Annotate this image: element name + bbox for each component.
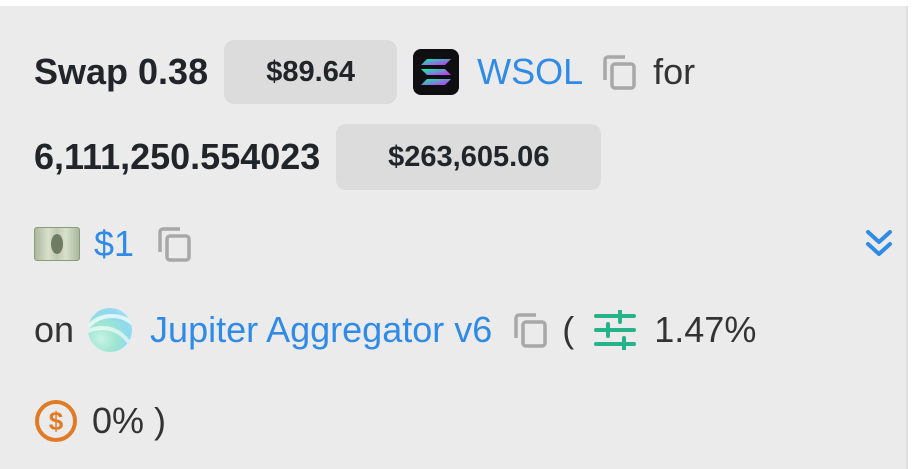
solana-icon	[413, 49, 460, 95]
svg-text:$: $	[49, 406, 64, 436]
copy-icon[interactable]	[597, 50, 641, 94]
open-paren: (	[562, 309, 575, 350]
dex-link[interactable]: Jupiter Aggregator v6	[150, 309, 492, 351]
swap-row-amount-out: 6,111,250.554023 $263,605.06	[34, 124, 602, 190]
dollar-bill-icon	[34, 227, 80, 261]
token-out-link[interactable]: $1	[94, 223, 134, 265]
sliders-icon	[594, 310, 637, 350]
amount-in: 0.38	[138, 51, 209, 92]
slippage-value: 1.47%	[654, 309, 757, 350]
amount-in-usd-badge: $89.64	[224, 40, 398, 104]
swap-row-amount-in: Swap 0.38 $89.64 WSOL for	[34, 40, 695, 104]
amount-out-usd-badge: $263,605.06	[336, 124, 602, 190]
swap-row-token-out: $1	[34, 212, 894, 276]
jupiter-icon	[88, 308, 133, 352]
swap-card: Swap 0.38 $89.64 WSOL for 6,111,250.5540…	[0, 6, 908, 469]
swap-row-fee: $ 0% )	[34, 389, 166, 453]
swap-row-dex: on Jupiter Aggregator v6 ( 1.47%	[34, 298, 756, 362]
chevron-double-down-icon[interactable]	[864, 226, 894, 265]
copy-icon[interactable]	[508, 308, 552, 352]
fee-coin-icon: $	[34, 399, 78, 443]
copy-icon[interactable]	[152, 222, 196, 266]
close-paren: )	[154, 400, 167, 441]
fee-value: 0%	[92, 400, 145, 441]
amount-out: 6,111,250.554023	[34, 136, 321, 177]
on-label: on	[34, 309, 75, 350]
swap-verb: Swap	[34, 51, 129, 92]
token-in-link[interactable]: WSOL	[477, 51, 583, 93]
for-label: for	[653, 51, 696, 92]
